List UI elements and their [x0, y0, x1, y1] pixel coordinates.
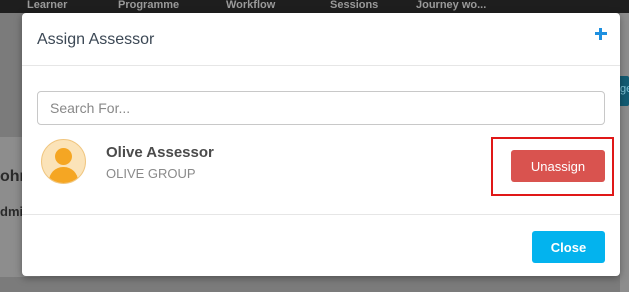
nav-tab-learner[interactable]: Learner: [27, 0, 67, 11]
modal-footer: Close: [22, 214, 620, 276]
background-nav-bar: Learner Programme Workflow Sessions Jour…: [0, 0, 629, 13]
nav-tab-journey[interactable]: Journey wo...: [416, 0, 486, 11]
search-input[interactable]: [37, 91, 605, 125]
background-right-button-label: ge: [620, 83, 629, 95]
avatar-body: [49, 167, 78, 183]
nav-tab-programme[interactable]: Programme: [118, 0, 179, 11]
user-avatar-icon: [41, 139, 86, 184]
plus-icon[interactable]: [593, 26, 609, 42]
assign-assessor-modal: Assign Assessor Olive Assessor OLIVE GRO…: [22, 13, 620, 276]
nav-tab-workflow[interactable]: Workflow: [226, 0, 275, 11]
avatar-head: [55, 148, 72, 165]
close-button[interactable]: Close: [532, 231, 605, 263]
assessor-group: OLIVE GROUP: [106, 166, 196, 181]
nav-tab-sessions[interactable]: Sessions: [330, 0, 378, 11]
modal-header: Assign Assessor: [22, 13, 620, 66]
background-right-strip: [620, 13, 629, 292]
modal-title: Assign Assessor: [37, 31, 155, 48]
unassign-button[interactable]: Unassign: [511, 150, 605, 182]
background-label-fragment: dmi: [0, 204, 24, 219]
assessor-name: Olive Assessor: [106, 144, 214, 161]
